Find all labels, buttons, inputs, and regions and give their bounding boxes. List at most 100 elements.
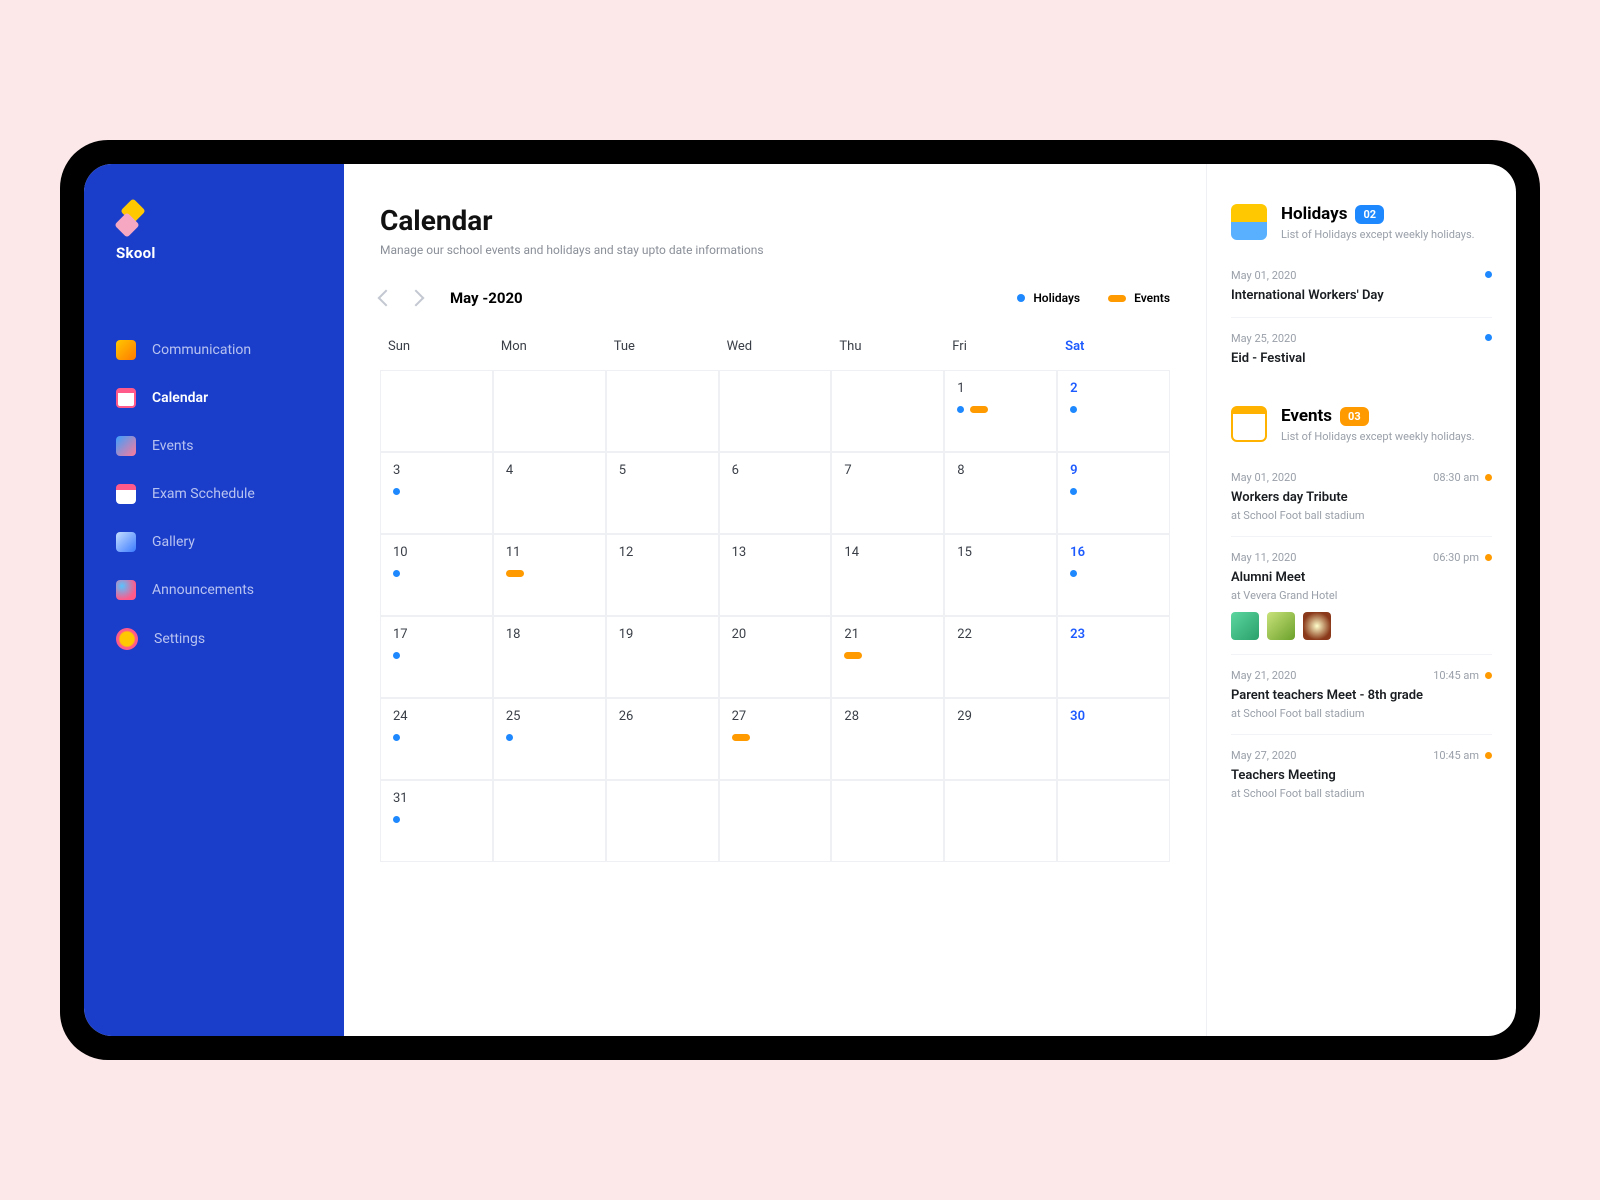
weekday-label: Fri — [944, 329, 1057, 370]
event-item[interactable]: May 11, 2020 06:30 pm Alumni Meet at Vev… — [1231, 537, 1492, 655]
calendar-cell[interactable]: 24 — [380, 698, 493, 780]
calendar-cell[interactable]: 14 — [831, 534, 944, 616]
sidebar-item-communication[interactable]: Communication — [84, 326, 344, 374]
calendar-cell[interactable]: 30 — [1057, 698, 1170, 780]
day-number: 26 — [619, 709, 706, 724]
event-title: Teachers Meeting — [1231, 768, 1492, 783]
calendar-legend: Holidays Events — [1017, 291, 1170, 305]
holiday-item-header: May 25, 2020 — [1231, 332, 1492, 345]
calendar-cell[interactable]: 8 — [944, 452, 1057, 534]
event-marker-icon — [844, 652, 862, 659]
sidebar-item-label: Events — [152, 438, 193, 454]
calendar-cell[interactable]: 1 — [944, 370, 1057, 452]
gallery-icon — [116, 532, 136, 552]
day-number: 21 — [844, 627, 931, 642]
event-item[interactable]: May 27, 2020 10:45 am Teachers Meeting a… — [1231, 735, 1492, 814]
calendar-cell[interactable]: 11 — [493, 534, 606, 616]
events-subtitle: List of Holidays except weekly holidays. — [1281, 430, 1475, 443]
holiday-title: International Workers' Day — [1231, 288, 1492, 303]
chat-icon — [116, 340, 136, 360]
calendar-cell[interactable]: 19 — [606, 616, 719, 698]
calendar-cell[interactable]: 31 — [380, 780, 493, 862]
calendar-cell[interactable]: 17 — [380, 616, 493, 698]
calendar-cell[interactable]: 21 — [831, 616, 944, 698]
holidays-subtitle: List of Holidays except weekly holidays. — [1281, 228, 1475, 241]
calendar-cell — [719, 370, 832, 452]
section-title-text: Holidays — [1281, 204, 1347, 224]
event-time-wrap: 10:45 am — [1433, 669, 1492, 682]
event-dot-icon — [1485, 554, 1492, 561]
weekday-label: Sat — [1057, 329, 1170, 370]
chevron-left-icon[interactable] — [378, 290, 395, 307]
sidebar-item-label: Announcements — [152, 582, 254, 598]
sidebar-item-events[interactable]: Events — [84, 422, 344, 470]
brand-name: Skool — [116, 244, 344, 262]
event-date: May 01, 2020 — [1231, 471, 1296, 484]
event-title: Alumni Meet — [1231, 570, 1492, 585]
holidays-list: May 01, 2020 International Workers' Day … — [1231, 255, 1492, 380]
calendar-cell[interactable]: 2 — [1057, 370, 1170, 452]
sidebar-item-exam-schedule[interactable]: Exam Scchedule — [84, 470, 344, 518]
calendar-cell[interactable]: 4 — [493, 452, 606, 534]
calendar-cell[interactable]: 29 — [944, 698, 1057, 780]
day-number: 27 — [732, 709, 819, 724]
calendar-cell[interactable]: 10 — [380, 534, 493, 616]
event-time: 10:45 am — [1433, 749, 1479, 762]
event-item[interactable]: May 21, 2020 10:45 am Parent teachers Me… — [1231, 655, 1492, 735]
event-item-header: May 21, 2020 10:45 am — [1231, 669, 1492, 682]
sidebar-item-label: Calendar — [152, 390, 208, 406]
calendar-cell[interactable]: 5 — [606, 452, 719, 534]
month-navigator: May -2020 — [380, 289, 523, 307]
suitcase-icon — [1231, 204, 1267, 240]
calendar-cell[interactable]: 16 — [1057, 534, 1170, 616]
sidebar-item-label: Communication — [152, 342, 251, 358]
calendar-cell[interactable]: 27 — [719, 698, 832, 780]
calendar-cell[interactable]: 7 — [831, 452, 944, 534]
calendar-row: 2425 26 27 28 29 30 — [380, 698, 1170, 780]
calendar-cell[interactable]: 3 — [380, 452, 493, 534]
sidebar-item-settings[interactable]: Settings — [84, 614, 344, 664]
calendar-cell[interactable]: 23 — [1057, 616, 1170, 698]
day-number: 22 — [957, 627, 1044, 642]
legend-events: Events — [1108, 291, 1170, 305]
month-label: May -2020 — [450, 289, 523, 307]
day-number: 15 — [957, 545, 1044, 560]
holiday-item-header: May 01, 2020 — [1231, 269, 1492, 282]
calendar-cell — [719, 780, 832, 862]
sidebar-item-calendar[interactable]: Calendar — [84, 374, 344, 422]
day-number: 13 — [732, 545, 819, 560]
holiday-item[interactable]: May 25, 2020 Eid - Festival — [1231, 318, 1492, 380]
calendar-cell[interactable]: 25 — [493, 698, 606, 780]
calendar-cell[interactable]: 20 — [719, 616, 832, 698]
calendar-cell[interactable]: 22 — [944, 616, 1057, 698]
holiday-item[interactable]: May 01, 2020 International Workers' Day — [1231, 255, 1492, 318]
sidebar-item-announcements[interactable]: Announcements — [84, 566, 344, 614]
event-item-header: May 01, 2020 08:30 am — [1231, 471, 1492, 484]
calendar-cell[interactable]: 28 — [831, 698, 944, 780]
thumbnail-icon — [1231, 612, 1259, 640]
calendar-cell[interactable]: 15 — [944, 534, 1057, 616]
event-item[interactable]: May 01, 2020 08:30 am Workers day Tribut… — [1231, 457, 1492, 537]
holidays-count-badge: 02 — [1355, 205, 1384, 224]
day-markers — [393, 734, 480, 741]
day-markers — [506, 734, 593, 741]
calendar-cell[interactable]: 6 — [719, 452, 832, 534]
calendar-cell[interactable]: 26 — [606, 698, 719, 780]
calendar-cell[interactable]: 12 — [606, 534, 719, 616]
day-number: 9 — [1070, 463, 1157, 478]
calendar-icon — [116, 388, 136, 408]
legend-holidays: Holidays — [1017, 291, 1080, 305]
event-dot-icon — [1485, 474, 1492, 481]
calendar-cell[interactable]: 18 — [493, 616, 606, 698]
event-time: 10:45 am — [1433, 669, 1479, 682]
chevron-right-icon[interactable] — [408, 290, 425, 307]
sidebar-item-gallery[interactable]: Gallery — [84, 518, 344, 566]
holiday-dot-icon — [1485, 334, 1492, 341]
day-number: 29 — [957, 709, 1044, 724]
holidays-section-header: Holidays 02 List of Holidays except week… — [1231, 204, 1492, 241]
app-screen: Skool Communication Calendar Events Exam… — [84, 164, 1516, 1036]
calendar-cell[interactable]: 13 — [719, 534, 832, 616]
calendar-cell[interactable]: 9 — [1057, 452, 1170, 534]
day-number: 17 — [393, 627, 480, 642]
megaphone-icon — [116, 580, 136, 600]
